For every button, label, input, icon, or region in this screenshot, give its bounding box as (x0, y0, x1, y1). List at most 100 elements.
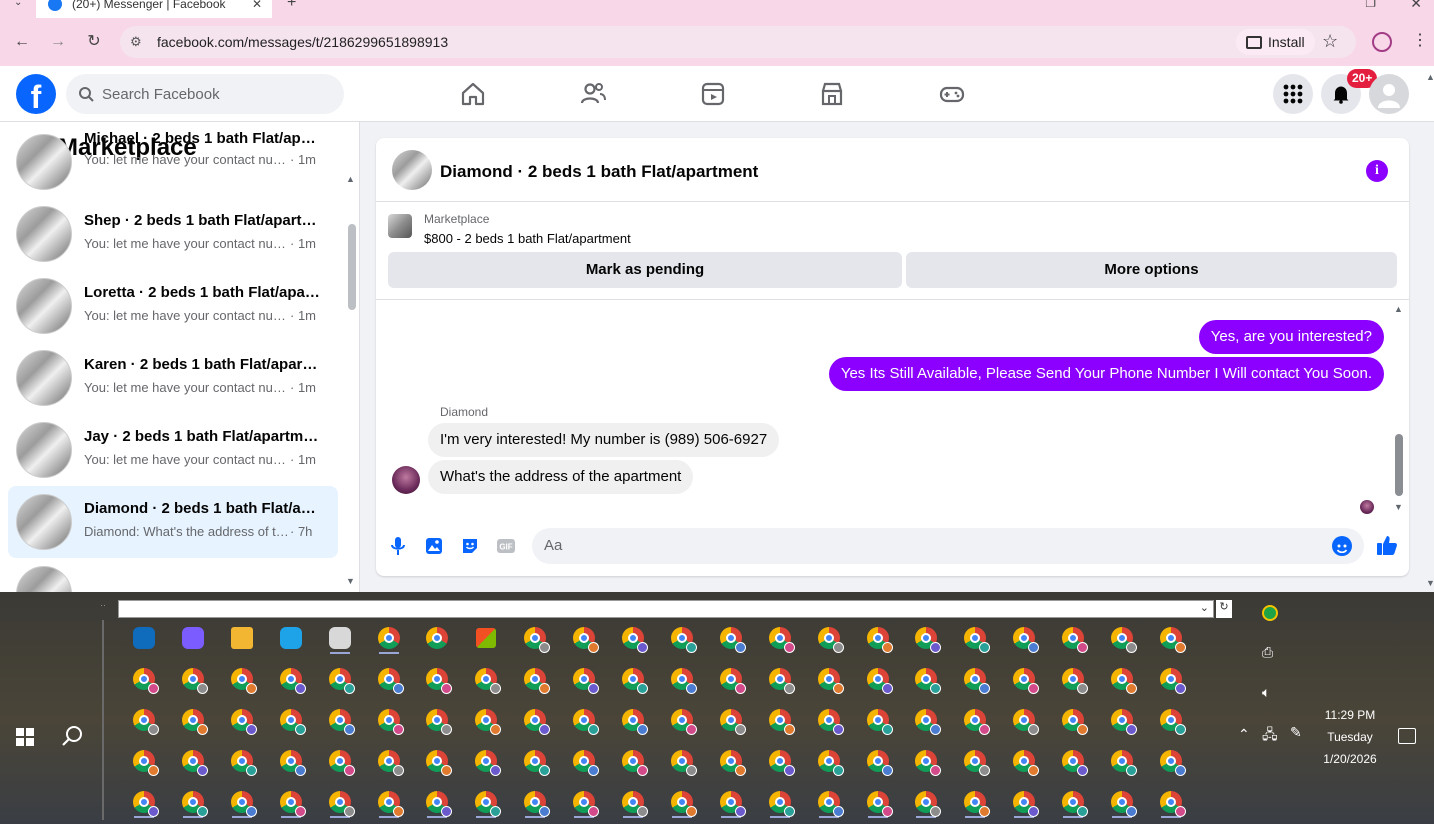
chrome-profile-icon[interactable] (715, 786, 747, 818)
close-tab-icon[interactable]: ✕ (252, 0, 262, 11)
chrome-profile-icon[interactable] (568, 622, 600, 654)
chrome-profile-icon[interactable] (421, 704, 453, 736)
mark-as-pending-button[interactable]: Mark as pending (388, 252, 902, 288)
chrome-profile-icon[interactable] (421, 745, 453, 777)
chrome-profile-icon[interactable] (568, 704, 600, 736)
facebook-search-input[interactable]: Search Facebook (66, 74, 344, 114)
browser-tab-messenger[interactable]: (20+) Messenger | Facebook ✕ (36, 0, 272, 18)
chrome-profile-icon[interactable] (910, 622, 942, 654)
outlook-icon[interactable] (128, 622, 160, 654)
chrome-profile-icon[interactable] (519, 786, 551, 818)
edge-icon[interactable] (275, 622, 307, 654)
chrome-profile-icon[interactable] (519, 622, 551, 654)
show-hidden-icons-chevron-icon[interactable]: ⌃ (1238, 726, 1250, 743)
chrome-profile-icon[interactable] (617, 786, 649, 818)
chrome-profile-icon[interactable] (568, 745, 600, 777)
chrome-profile-icon[interactable] (470, 663, 502, 695)
app-icon[interactable] (324, 622, 356, 654)
chrome-profile-icon[interactable] (1008, 786, 1040, 818)
restore-window-icon[interactable]: ❐ (1365, 0, 1376, 10)
chrome-profile-icon[interactable] (666, 745, 698, 777)
chrome-profile-icon[interactable] (1106, 704, 1138, 736)
chrome-profile-icon[interactable] (1008, 663, 1040, 695)
sticker-icon[interactable] (460, 536, 480, 556)
chrome-profile-icon[interactable] (617, 745, 649, 777)
chrome-profile-icon[interactable] (1155, 745, 1187, 777)
facebook-logo[interactable]: f (16, 74, 56, 114)
chrome-profile-icon[interactable] (275, 704, 307, 736)
incoming-message[interactable]: What's the address of the apartment (428, 460, 694, 494)
chrome-profile-icon[interactable] (959, 704, 991, 736)
marketplace-icon[interactable] (818, 80, 846, 108)
chrome-icon[interactable] (421, 622, 453, 654)
chrome-profile-icon[interactable] (470, 786, 502, 818)
outgoing-message[interactable]: Yes Its Still Available, Please Send You… (828, 357, 1384, 391)
chrome-profile-icon[interactable] (519, 745, 551, 777)
conversation-item[interactable]: Shep · 2 beds 1 bath Flat/apartment You:… (8, 198, 338, 270)
chrome-profile-icon[interactable] (1057, 745, 1089, 777)
conversation-item[interactable]: Jay · 2 beds 1 bath Flat/apartment You: … (8, 414, 338, 486)
file-explorer-icon[interactable] (226, 622, 258, 654)
chrome-profile-icon[interactable] (666, 786, 698, 818)
listing-title[interactable]: $800 - 2 beds 1 bath Flat/apartment (424, 231, 631, 246)
chrome-profile-icon[interactable] (1008, 704, 1040, 736)
scrollbar-thumb[interactable] (1395, 434, 1403, 496)
notifications-center-icon[interactable] (1398, 728, 1416, 744)
chrome-profile-icon[interactable] (910, 663, 942, 695)
chrome-profile-icon[interactable] (519, 663, 551, 695)
conversation-item[interactable]: Karen · 2 beds 1 bath Flat/apartment You… (8, 342, 338, 414)
chrome-profile-icon[interactable] (813, 663, 845, 695)
chrome-profile-icon[interactable] (1155, 622, 1187, 654)
chrome-profile-icon[interactable] (373, 745, 405, 777)
chrome-profile-icon[interactable] (1008, 622, 1040, 654)
volume-icon[interactable]: 🔈︎ (1262, 684, 1270, 701)
chrome-profile-icon[interactable] (764, 663, 796, 695)
message-input[interactable]: Aa (532, 528, 1364, 564)
chrome-profile-icon[interactable] (666, 663, 698, 695)
taskbar-clock[interactable]: 11:29 PM Tuesday 1/20/2026 (1314, 704, 1386, 770)
chrome-profile-icon[interactable] (373, 786, 405, 818)
chrome-profile-icon[interactable] (421, 663, 453, 695)
chrome-profile-icon[interactable] (275, 745, 307, 777)
bookmark-star-icon[interactable]: ☆ (1322, 31, 1338, 52)
chrome-profile-icon[interactable] (813, 704, 845, 736)
scroll-up-arrow-icon[interactable]: ▲ (1394, 304, 1403, 314)
chrome-profile-icon[interactable] (813, 745, 845, 777)
chrome-profile-icon[interactable] (715, 745, 747, 777)
chrome-profile-icon[interactable] (1155, 786, 1187, 818)
chrome-icon[interactable] (373, 622, 405, 654)
account-avatar[interactable] (1369, 74, 1409, 114)
chrome-profile-icon[interactable] (1155, 663, 1187, 695)
home-icon[interactable] (459, 80, 487, 108)
chrome-profile-icon[interactable] (862, 704, 894, 736)
page-scroll-down-arrow-icon[interactable]: ▼ (1426, 578, 1434, 588)
chrome-profile-icon[interactable] (617, 622, 649, 654)
chrome-profile-icon[interactable] (1057, 622, 1089, 654)
chrome-profile-icon[interactable] (1008, 745, 1040, 777)
chrome-profile-icon[interactable] (617, 663, 649, 695)
chrome-profile-icon[interactable] (910, 745, 942, 777)
close-window-icon[interactable]: ✕ (1410, 0, 1422, 12)
browser-profile-icon[interactable] (1372, 32, 1392, 52)
chrome-profile-icon[interactable] (226, 663, 258, 695)
chrome-profile-icon[interactable] (226, 745, 258, 777)
chrome-profile-icon[interactable] (373, 663, 405, 695)
menu-grid-icon[interactable] (1273, 74, 1313, 114)
chrome-profile-icon[interactable] (324, 663, 356, 695)
chrome-profile-icon[interactable] (764, 704, 796, 736)
chrome-profile-icon[interactable] (910, 786, 942, 818)
chrome-profile-icon[interactable] (959, 622, 991, 654)
chrome-profile-icon[interactable] (421, 786, 453, 818)
chat-title[interactable]: Diamond · 2 beds 1 bath Flat/apartment (440, 162, 758, 182)
chevron-down-icon[interactable]: ⌄ (1200, 601, 1209, 614)
tab-search-icon[interactable]: ⌄ (14, 0, 22, 8)
incoming-message[interactable]: I'm very interested! My number is (989) … (428, 423, 780, 457)
chrome-profile-icon[interactable] (226, 704, 258, 736)
chrome-profile-icon[interactable] (715, 663, 747, 695)
copilot-icon[interactable] (177, 622, 209, 654)
chrome-profile-icon[interactable] (1106, 622, 1138, 654)
chrome-profile-icon[interactable] (764, 745, 796, 777)
install-app-button[interactable]: Install (1236, 29, 1315, 55)
chrome-profile-icon[interactable] (324, 704, 356, 736)
chrome-profile-icon[interactable] (128, 786, 160, 818)
